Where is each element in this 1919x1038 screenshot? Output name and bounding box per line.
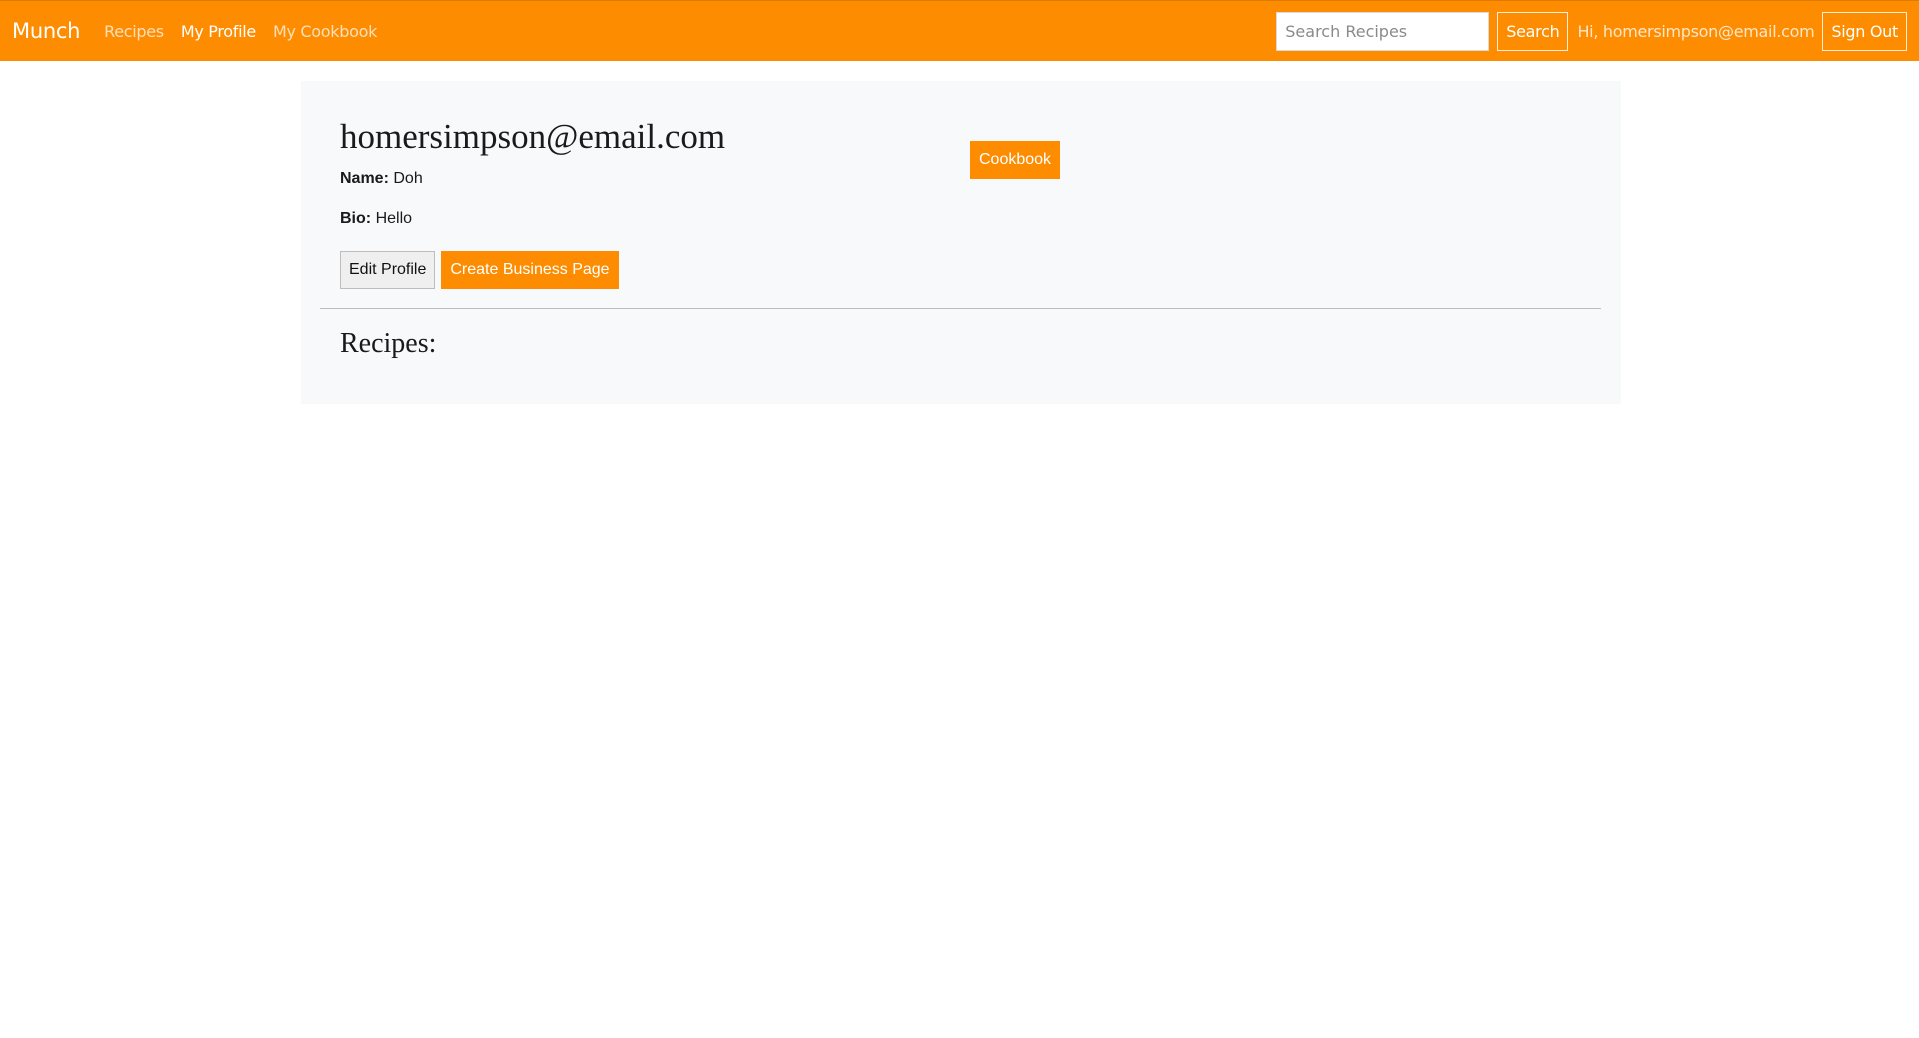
user-greeting: Hi, homersimpson@email.com: [1577, 21, 1815, 41]
section-divider: [320, 308, 1601, 309]
name-label: Name:: [340, 170, 389, 187]
profile-header: homersimpson@email.com Name: Doh Bio: He…: [301, 81, 1621, 308]
bio-value: Hello: [375, 210, 413, 227]
nav-link-my-profile[interactable]: My Profile: [181, 22, 256, 41]
profile-bio-line: Bio: Hello: [340, 210, 412, 228]
brand-link[interactable]: Munch: [12, 19, 80, 43]
edit-profile-button[interactable]: Edit Profile: [340, 251, 436, 289]
nav-link-my-cookbook[interactable]: My Cookbook: [273, 22, 377, 41]
bio-label: Bio:: [340, 210, 372, 227]
recipes-heading: Recipes:: [340, 328, 437, 359]
search-input[interactable]: [1276, 11, 1490, 51]
name-value: Doh: [393, 170, 423, 187]
profile-email-heading: homersimpson@email.com: [340, 117, 726, 156]
create-business-page-button[interactable]: Create Business Page: [441, 251, 619, 289]
search-button[interactable]: Search: [1497, 11, 1569, 51]
profile-actions: Edit Profile Create Business Page: [340, 251, 619, 289]
profile-name-line: Name: Doh: [340, 170, 423, 188]
cookbook-button[interactable]: Cookbook: [970, 141, 1061, 179]
sign-out-button[interactable]: Sign Out: [1822, 11, 1907, 51]
nav-link-recipes[interactable]: Recipes: [104, 22, 164, 41]
top-navbar: Munch Recipes My Profile My Cookbook Sea…: [0, 0, 1919, 61]
profile-card: homersimpson@email.com Name: Doh Bio: He…: [301, 81, 1621, 404]
navbar-right-group: Search Hi, homersimpson@email.com Sign O…: [1276, 11, 1907, 51]
